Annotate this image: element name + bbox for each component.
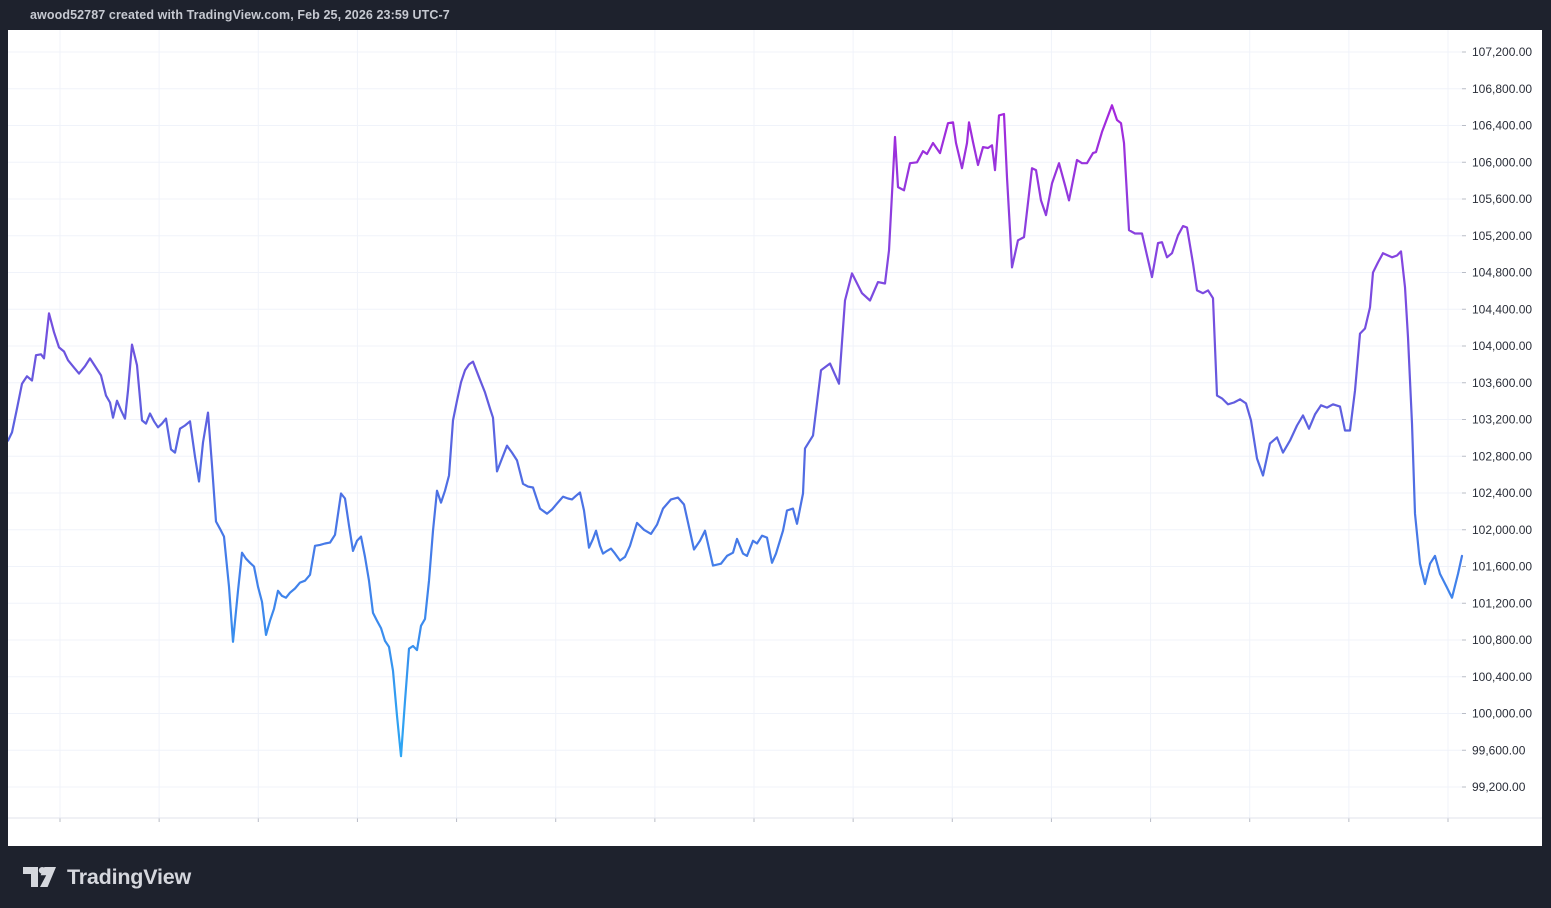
price-axis-label: 107,200.00 (1472, 45, 1532, 59)
price-axis-label: 105,600.00 (1472, 192, 1532, 206)
time-axis-label: 12:00 (1235, 826, 1265, 840)
price-axis-label: 99,200.00 (1472, 780, 1526, 794)
tradingview-brand[interactable]: TradingView (22, 864, 191, 890)
attribution-text: awood52787 created with TradingView.com,… (30, 8, 450, 22)
price-axis-label: 99,600.00 (1472, 743, 1526, 757)
chart-pane[interactable]: 107,200.00 106,800.00 106,400.00 106,000.00… (8, 30, 1542, 846)
time-axis-label: 10 (946, 826, 960, 840)
price-chart-svg[interactable]: 107,200.00 106,800.00 106,400.00 106,000.00… (8, 30, 1542, 846)
tradingview-wordmark: TradingView (67, 865, 191, 890)
time-axis-label: 12 (1342, 826, 1356, 840)
price-axis-label: 102,000.00 (1472, 523, 1532, 537)
time-axis-label: 7 (354, 826, 361, 840)
time-axis-label: 12:00 (442, 826, 472, 840)
tradingview-logo-icon (22, 864, 57, 890)
price-axis-label: 103,200.00 (1472, 413, 1532, 427)
price-axis-label: 104,800.00 (1472, 266, 1532, 280)
footer-bar: TradingView (0, 846, 1551, 908)
price-axis-label: 101,600.00 (1472, 560, 1532, 574)
time-axis-label: 8 (552, 826, 559, 840)
price-axis-label: 102,800.00 (1472, 449, 1532, 463)
time-axis-label: 12:00 (640, 826, 670, 840)
time-axis-label: 12:00 (1433, 826, 1463, 840)
time-axis-label: 12:00 (838, 826, 868, 840)
time-axis-label: 11 (1144, 826, 1157, 840)
price-axis-label: 104,400.00 (1472, 302, 1532, 316)
price-axis-label: 100,400.00 (1472, 670, 1532, 684)
price-axis-label: 102,400.00 (1472, 486, 1532, 500)
time-axis-label: 12:00 (45, 826, 75, 840)
price-line-path (8, 105, 1462, 756)
time-axis-label: 6 (156, 826, 163, 840)
price-axis-label: 100,800.00 (1472, 633, 1532, 647)
price-axis-label: 104,000.00 (1472, 339, 1532, 353)
price-axis-label: 103,600.00 (1472, 376, 1532, 390)
price-axis-label: 106,800.00 (1472, 82, 1532, 96)
price-axis-label: 105,200.00 (1472, 229, 1532, 243)
time-axis-label: 9 (751, 826, 758, 840)
time-axis-label: 12:00 (1036, 826, 1066, 840)
price-axis-label: 106,400.00 (1472, 119, 1532, 133)
time-axis-label: 12:00 (243, 826, 273, 840)
price-axis-label: 101,200.00 (1472, 596, 1532, 610)
price-axis-label: 106,000.00 (1472, 155, 1532, 169)
attribution-bar: awood52787 created with TradingView.com,… (0, 0, 1551, 30)
price-axis-label: 100,000.00 (1472, 707, 1532, 721)
